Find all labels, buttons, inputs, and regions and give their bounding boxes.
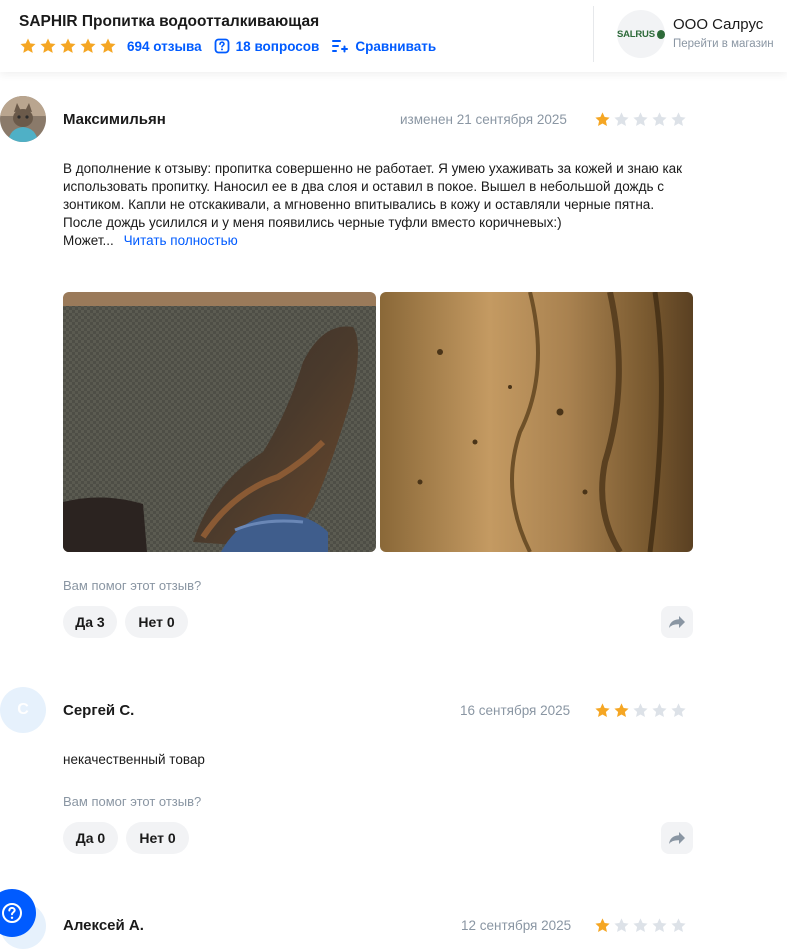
product-rating-stars (19, 37, 117, 55)
compare-link[interactable]: Сравнивать (331, 38, 436, 54)
review-rating (594, 702, 687, 719)
review-text: некачественный товар (63, 752, 205, 767)
product-title: SAPHIR Пропитка водоотталкивающая (19, 13, 320, 30)
share-button[interactable] (661, 606, 693, 638)
star-icon (40, 38, 56, 53)
star-icon (20, 38, 36, 53)
star-icon (595, 918, 610, 932)
review-photo-shoe[interactable] (63, 292, 376, 552)
compare-link-label: Сравнивать (355, 38, 437, 54)
shop-logo-emblem-icon (656, 29, 665, 39)
review-rating (594, 917, 687, 934)
shop-logo[interactable]: SALRUS (617, 10, 665, 58)
vote-no-button[interactable]: Нет 0 (126, 822, 189, 854)
helpful-question: Вам помог этот отзыв? (63, 794, 202, 809)
question-icon (214, 38, 230, 54)
star-empty-icon (671, 918, 686, 932)
star-icon (595, 112, 610, 126)
star-empty-icon (633, 703, 648, 717)
star-icon (60, 38, 76, 53)
compare-icon (332, 40, 349, 53)
question-icon (2, 903, 22, 923)
review-date: 12 сентября 2025 (461, 918, 572, 933)
star-icon (100, 38, 116, 53)
review-author[interactable]: Сергей С. (63, 702, 134, 719)
star-empty-icon (671, 112, 686, 126)
star-empty-icon (633, 112, 648, 126)
star-icon (595, 703, 610, 717)
share-button[interactable] (661, 822, 693, 854)
vote-yes-button[interactable]: Да 3 (63, 606, 117, 638)
avatar[interactable] (0, 96, 46, 142)
star-empty-icon (671, 703, 686, 717)
cat-avatar-icon (0, 96, 46, 142)
review-photo-jacket[interactable] (380, 292, 693, 552)
review-text-more: Может... (63, 233, 114, 248)
product-header: SAPHIR Пропитка водоотталкивающая 694 от… (0, 0, 787, 72)
header-divider (593, 6, 594, 62)
shoe-photo (63, 292, 376, 552)
review-text: В дополнение к отзыву: пропитка совершен… (63, 160, 683, 250)
review-date: изменен 21 сентября 2025 (400, 112, 567, 127)
shop-name[interactable]: ООО Салрус (673, 16, 763, 33)
questions-link-label: 18 вопросов (235, 38, 320, 54)
questions-link[interactable]: 18 вопросов (214, 38, 320, 54)
shop-logo-text: SALRUS (617, 28, 655, 40)
star-empty-icon (652, 703, 667, 717)
vote-no-button[interactable]: Нет 0 (125, 606, 188, 638)
star-empty-icon (633, 918, 648, 932)
review-text-body: В дополнение к отзыву: пропитка совершен… (63, 161, 683, 230)
star-icon (614, 703, 629, 717)
vote-yes-button[interactable]: Да 0 (63, 822, 118, 854)
avatar[interactable]: С (0, 687, 46, 733)
share-icon (669, 616, 685, 628)
star-icon (80, 38, 96, 53)
review-author[interactable]: Максимильян (63, 111, 166, 128)
read-more-link[interactable]: Читать полностью (124, 233, 238, 248)
review-date: 16 сентября 2025 (460, 703, 571, 718)
reviews-count-link[interactable]: 694 отзыва (127, 39, 202, 54)
product-meta-row: 694 отзыва 18 вопросов Сравнивать (19, 36, 448, 56)
review-author[interactable]: Алексей А. (63, 917, 144, 934)
helpful-question: Вам помог этот отзыв? (63, 578, 202, 593)
star-empty-icon (652, 918, 667, 932)
share-icon (669, 832, 685, 844)
review-rating (594, 111, 687, 128)
star-empty-icon (614, 112, 629, 126)
star-empty-icon (614, 918, 629, 932)
jacket-photo (380, 292, 693, 552)
shop-link[interactable]: Перейти в магазин (673, 38, 774, 50)
star-empty-icon (652, 112, 667, 126)
